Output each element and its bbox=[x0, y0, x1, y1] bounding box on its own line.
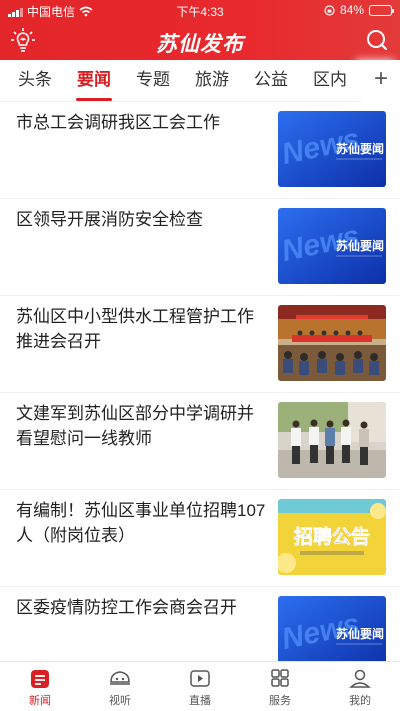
news-title: 苏仙区中小型供水工程管护工作推进会召开 bbox=[16, 307, 254, 351]
nav-label: 直播 bbox=[189, 695, 211, 707]
category-tabs: 头条 要闻 专题 旅游 公益 区内 + bbox=[0, 60, 400, 102]
meeting-photo bbox=[278, 305, 386, 381]
news-list: 市总工会调研我区工会工作 News 苏仙要闻 区领导开展消防安全检查 News … bbox=[0, 102, 400, 684]
news-item[interactable]: 有编制！苏仙区事业单位招聘107人（附岗位表） 招聘公告 bbox=[0, 490, 400, 587]
thumb-label: 招聘公告 bbox=[294, 525, 370, 548]
grid-icon bbox=[271, 669, 289, 687]
rotation-lock-icon bbox=[324, 4, 335, 16]
thumb-label: 苏仙要闻 bbox=[336, 626, 384, 641]
news-item[interactable]: 文建军到苏仙区部分中学调研并看望慰问一线教师 bbox=[0, 393, 400, 490]
news-item[interactable]: 苏仙区中小型供水工程管护工作推进会召开 bbox=[0, 296, 400, 393]
news-item[interactable]: 市总工会调研我区工会工作 News 苏仙要闻 bbox=[0, 102, 400, 199]
bottom-nav: 新闻 视听 直播 服务 我的 bbox=[0, 661, 400, 710]
tab-topics[interactable]: 专题 bbox=[126, 60, 180, 102]
app-header: 中国电信 下午4:33 84% 苏仙发布 bbox=[0, 0, 400, 60]
nav-profile[interactable]: 我的 bbox=[320, 662, 400, 711]
thumb-label: 苏仙要闻 bbox=[336, 141, 384, 156]
news-title: 文建军到苏仙区部分中学调研并看望慰问一线教师 bbox=[16, 404, 254, 448]
nav-label: 我的 bbox=[349, 695, 371, 707]
battery-icon bbox=[369, 4, 394, 16]
news-title: 区委疫情防控工作会商会召开 bbox=[16, 598, 237, 617]
nav-label: 新闻 bbox=[29, 695, 51, 707]
nav-news[interactable]: 新闻 bbox=[0, 662, 80, 711]
news-thumbnail: News 苏仙要闻 bbox=[278, 208, 386, 284]
news-title: 市总工会调研我区工会工作 bbox=[16, 113, 220, 132]
user-icon bbox=[349, 669, 371, 688]
visit-photo bbox=[278, 402, 386, 478]
tab-charity[interactable]: 公益 bbox=[244, 60, 298, 102]
live-icon bbox=[190, 670, 210, 687]
add-tab-button[interactable]: + bbox=[362, 60, 400, 102]
nav-video[interactable]: 视听 bbox=[80, 662, 160, 711]
tab-top-news[interactable]: 要闻 bbox=[67, 60, 121, 102]
nav-services[interactable]: 服务 bbox=[240, 662, 320, 711]
tab-travel[interactable]: 旅游 bbox=[185, 60, 239, 102]
nav-label: 视听 bbox=[109, 695, 131, 707]
news-thumbnail: News 苏仙要闻 bbox=[278, 111, 386, 187]
news-icon bbox=[31, 670, 49, 688]
battery-percent: 84% bbox=[339, 3, 364, 17]
app-title: 苏仙发布 bbox=[156, 33, 244, 56]
tab-headlines[interactable]: 头条 bbox=[8, 60, 62, 102]
news-title: 有编制！苏仙区事业单位招聘107人（附岗位表） bbox=[16, 501, 266, 545]
thumb-label: 苏仙要闻 bbox=[336, 238, 384, 253]
nav-label: 服务 bbox=[269, 695, 291, 707]
video-icon bbox=[110, 671, 130, 685]
status-bar: 中国电信 下午4:33 84% bbox=[0, 0, 400, 20]
news-item[interactable]: 区领导开展消防安全检查 News 苏仙要闻 bbox=[0, 199, 400, 296]
news-title: 区领导开展消防安全检查 bbox=[16, 210, 203, 229]
tab-district[interactable]: 区内 bbox=[303, 60, 357, 102]
nav-live[interactable]: 直播 bbox=[160, 662, 240, 711]
recruit-banner: 招聘公告 bbox=[278, 499, 386, 575]
search-icon[interactable] bbox=[366, 29, 388, 51]
